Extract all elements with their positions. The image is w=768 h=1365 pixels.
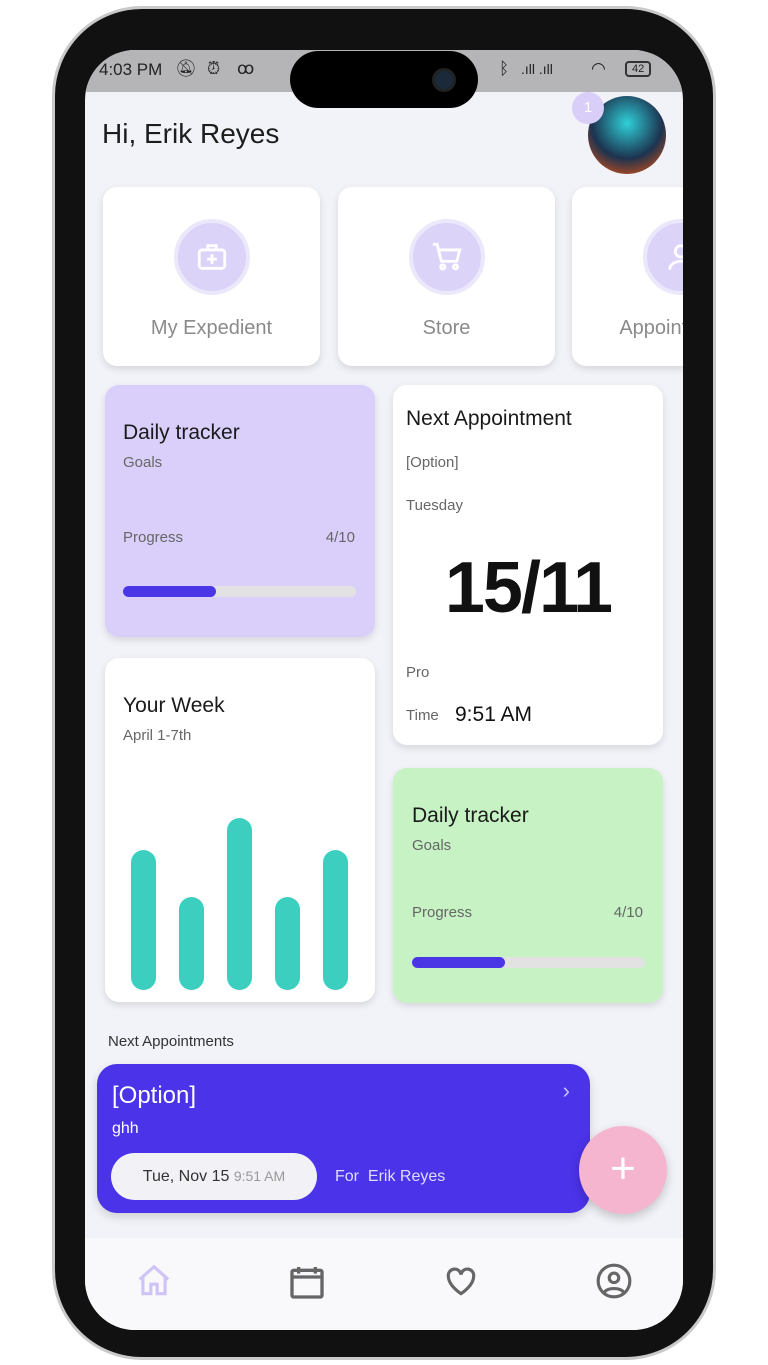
week-bar-chart (131, 818, 348, 990)
calendar-icon (290, 1267, 324, 1299)
next-appointments-label: Next Appointments (108, 1033, 234, 1050)
greeting: Hi, Erik Reyes (102, 118, 280, 149)
daily-tracker-card[interactable]: Daily tracker Goals Progress 4/10 (105, 385, 375, 637)
appointment-card-description: ghh (112, 1120, 139, 1137)
person-icon (642, 219, 683, 295)
progress-bar (412, 957, 645, 968)
week-bar (227, 818, 252, 990)
appointment-card-date: Tue, Nov 15 (142, 1168, 230, 1185)
bluetooth-icon: ᛒ (499, 59, 510, 78)
bottom-nav (85, 1238, 683, 1330)
progress-value: 4/10 (325, 529, 355, 546)
screen: 4:03 PM 🔕︎ ⏰︎ ꝏ ᛒ .ıll .ıll ◠ 42 Hi, Eri… (85, 50, 683, 1330)
progress-label: Progress (123, 529, 184, 546)
alarm-icon: ⏰︎ (207, 59, 221, 78)
chevron-right-icon[interactable]: › (563, 1078, 570, 1104)
mute-icon: 🔕︎ (175, 59, 197, 78)
appointment-day: Tuesday (406, 497, 463, 514)
week-bar (275, 897, 300, 990)
progress-bar (123, 586, 356, 597)
time-label: Time (406, 707, 439, 724)
appointment-card-title: [Option] (112, 1082, 197, 1109)
home-icon (138, 1264, 170, 1296)
progress-fill (412, 957, 506, 968)
appointment-card-time: 9:51 AM (233, 1168, 286, 1184)
your-week-card[interactable]: Your Week April 1-7th (105, 658, 375, 1002)
tracker-subtitle: Goals (123, 454, 163, 471)
quick-action-appointments[interactable]: Appointments (572, 187, 683, 366)
for-name: Erik Reyes (367, 1168, 446, 1185)
quick-action-label: My Expedient (150, 317, 273, 339)
voicemail-icon: ꝏ (237, 59, 255, 78)
appointment-time: 9:51 AM (455, 703, 533, 726)
nav-profile[interactable] (595, 1262, 633, 1305)
camera-island (290, 51, 478, 108)
wifi-icon: ◠ (591, 59, 606, 78)
daily-tracker-card-2[interactable]: Daily tracker Goals Progress 4/10 (393, 768, 663, 1003)
for-label: For (335, 1168, 359, 1185)
tracker-subtitle: Goals (412, 837, 452, 854)
quick-action-my-expedient[interactable]: My Expedient (103, 187, 320, 366)
week-bar (323, 850, 348, 990)
quick-action-store[interactable]: Store (338, 187, 555, 366)
next-appointment-card[interactable]: Next Appointment [Option] Tuesday 15/11 … (393, 385, 663, 745)
add-fab-button[interactable]: + (579, 1126, 667, 1214)
nav-home[interactable] (135, 1262, 173, 1305)
quick-action-label: Store (422, 317, 471, 339)
plus-icon: + (610, 1144, 636, 1193)
nav-favorites[interactable] (442, 1262, 480, 1305)
battery-icon: 42 (625, 61, 652, 77)
week-bar (131, 850, 156, 990)
appointment-datetime-pill: Tue, Nov 15 9:51 AM (111, 1153, 317, 1200)
notification-badge[interactable]: 1 (572, 92, 604, 124)
pro-label: Pro (406, 664, 430, 681)
profile-icon (596, 1263, 632, 1299)
medical-bag-icon (173, 219, 250, 295)
appointment-for: For Erik Reyes (335, 1168, 445, 1186)
tracker-title: Daily tracker (412, 804, 529, 827)
heart-icon (446, 1267, 476, 1296)
week-bar (179, 897, 204, 990)
next-appointment-title: Next Appointment (406, 407, 572, 430)
progress-fill (123, 586, 217, 597)
camera-icon (432, 68, 456, 92)
appointment-card[interactable]: [Option] ghh › Tue, Nov 15 9:51 AM For E… (97, 1064, 590, 1213)
appointment-date: 15/11 (444, 548, 613, 628)
signal-icon: .ıll .ıll (521, 61, 553, 77)
quick-action-label: Appointments (619, 317, 683, 339)
nav-calendar[interactable] (287, 1262, 327, 1307)
cart-icon (408, 219, 485, 295)
status-time: 4:03 PM (99, 60, 163, 79)
appointment-option: [Option] (406, 454, 459, 471)
progress-value: 4/10 (613, 904, 643, 921)
progress-label: Progress (412, 904, 473, 921)
tracker-title: Daily tracker (123, 421, 240, 444)
